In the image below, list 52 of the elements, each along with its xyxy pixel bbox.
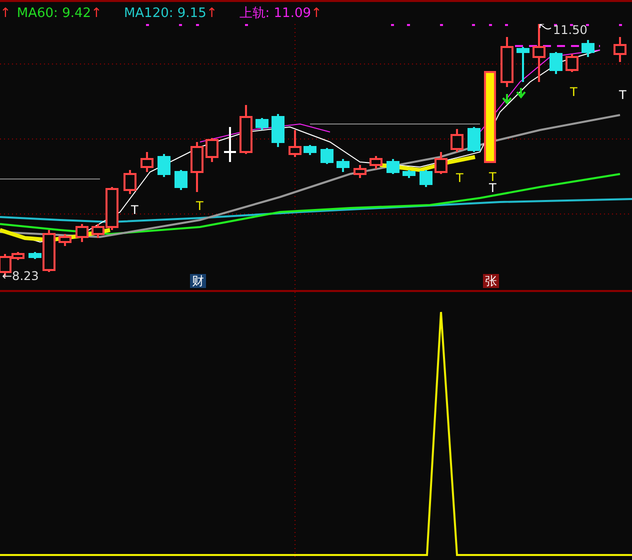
candlestick [614, 37, 626, 62]
price-label: 11.50 [553, 24, 588, 36]
signal-mark: T [489, 182, 496, 194]
candlestick [140, 152, 154, 172]
candlestick [190, 142, 204, 192]
down-arrow-icon [502, 93, 512, 105]
candlestick [58, 234, 72, 246]
candlestick [450, 129, 464, 152]
candlestick [402, 170, 416, 178]
candlestick [240, 105, 252, 154]
price-label: ←8.23 [2, 270, 39, 282]
signal-mark: T [489, 171, 496, 183]
legend-text: MA120: 9.15 [124, 6, 206, 20]
signal-mark: T [570, 86, 578, 98]
up-arrow: ↑ [91, 6, 102, 20]
candlestick [206, 138, 218, 162]
candlestick [76, 224, 88, 242]
candlestick [550, 52, 562, 74]
up-arrow: ↑ [0, 6, 11, 20]
signal-mark: T [131, 204, 138, 216]
candlestick [336, 159, 350, 172]
event-badge: 财 [190, 274, 206, 288]
legend-text: MA60: 9.42 [16, 6, 92, 20]
event-badge: 张 [483, 274, 499, 288]
candlestick [434, 152, 448, 174]
candlestick [354, 165, 366, 178]
candlestick [566, 54, 578, 72]
candlestick [516, 47, 530, 82]
candlestick [224, 127, 236, 162]
candlestick [304, 145, 316, 155]
down-arrow-icon [516, 87, 526, 99]
candlestick [272, 114, 284, 147]
candlestick [174, 170, 188, 190]
signal-mark: T [196, 200, 204, 212]
legend-text: 上轨: 11.09 [239, 5, 311, 22]
candlestick [386, 159, 400, 174]
signal-mark: T [619, 89, 626, 101]
signal-mark: T [456, 172, 464, 184]
candlestick [158, 154, 170, 177]
pointer-arrow-icon [540, 24, 552, 30]
candlestick [288, 130, 302, 157]
up-arrow: ↑ [206, 6, 218, 20]
candlestick [370, 156, 382, 169]
candlestick [320, 148, 334, 164]
candlestick [582, 40, 594, 57]
up-arrow: ↑ [311, 6, 322, 20]
candlestick [124, 170, 136, 194]
candlestick [468, 127, 480, 152]
candlestick [532, 24, 546, 82]
candlestick [500, 37, 514, 87]
candlestick [256, 118, 268, 130]
candlestick [420, 170, 432, 187]
